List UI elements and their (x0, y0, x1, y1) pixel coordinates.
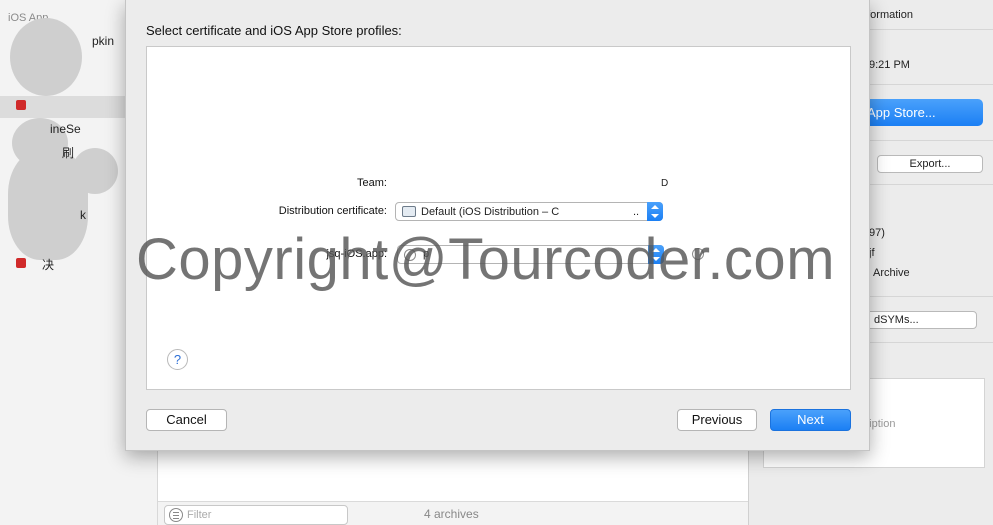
archive-date: 9:21 PM (869, 59, 910, 71)
help-button[interactable]: ? (167, 349, 188, 370)
chevron-updown-icon (647, 202, 663, 221)
export-sheet: Select certificate and iOS App Store pro… (125, 0, 870, 451)
sheet-title: Select certificate and iOS App Store pro… (146, 23, 402, 38)
redacted-blob (8, 150, 88, 260)
certificate-icon (402, 206, 416, 217)
team-label: Team: (357, 177, 387, 189)
team-value: D (661, 178, 669, 189)
previous-button[interactable]: Previous (677, 409, 757, 431)
redacted-blob (10, 18, 82, 96)
chevron-updown-icon (648, 245, 664, 264)
app-icon (16, 258, 26, 268)
filter-input[interactable]: Filter (164, 505, 348, 525)
archive-list-footer: Filter 4 archives (158, 501, 748, 525)
filter-icon (169, 508, 183, 522)
download-dsyms-button[interactable]: dSYMs... (857, 311, 977, 329)
distribution-certificate-ellipsis: .. (633, 206, 640, 218)
next-button[interactable]: Next (770, 409, 851, 431)
app-icon (16, 100, 26, 110)
sidebar-item-label[interactable]: pkin (92, 34, 114, 48)
archives-count: 4 archives (424, 507, 479, 521)
distribution-certificate-value: Default (iOS Distribution – C (421, 206, 560, 218)
upload-to-app-store-button[interactable]: App Store... (857, 99, 983, 126)
filter-placeholder: Filter (187, 509, 212, 521)
distribution-certificate-popup[interactable]: Default (iOS Distribution – C .. (395, 202, 663, 221)
app-profile-value: p (423, 248, 430, 260)
cancel-button[interactable]: Cancel (146, 409, 227, 431)
upload-to-app-store-label: App Store... (867, 105, 936, 120)
info-icon[interactable] (692, 248, 704, 260)
profile-icon (404, 249, 416, 261)
sidebar-item-label[interactable]: 刷 (62, 144, 74, 161)
archive-type-text: Archive (873, 267, 910, 279)
export-button[interactable]: Export... (877, 155, 983, 173)
sidebar-item-label[interactable]: ineSe (50, 122, 81, 136)
distribution-certificate-label: Distribution certificate: (278, 205, 387, 217)
signing-options-panel: Team: D Distribution certificate: Defaul… (146, 46, 851, 390)
sidebar-item-label[interactable]: k (80, 208, 86, 222)
app-profile-label: jsq-iOS.app: (326, 248, 387, 260)
version-text: 97) (869, 227, 885, 239)
sidebar-item-label[interactable]: 决 (42, 256, 54, 273)
app-profile-popup[interactable]: p (397, 245, 664, 264)
